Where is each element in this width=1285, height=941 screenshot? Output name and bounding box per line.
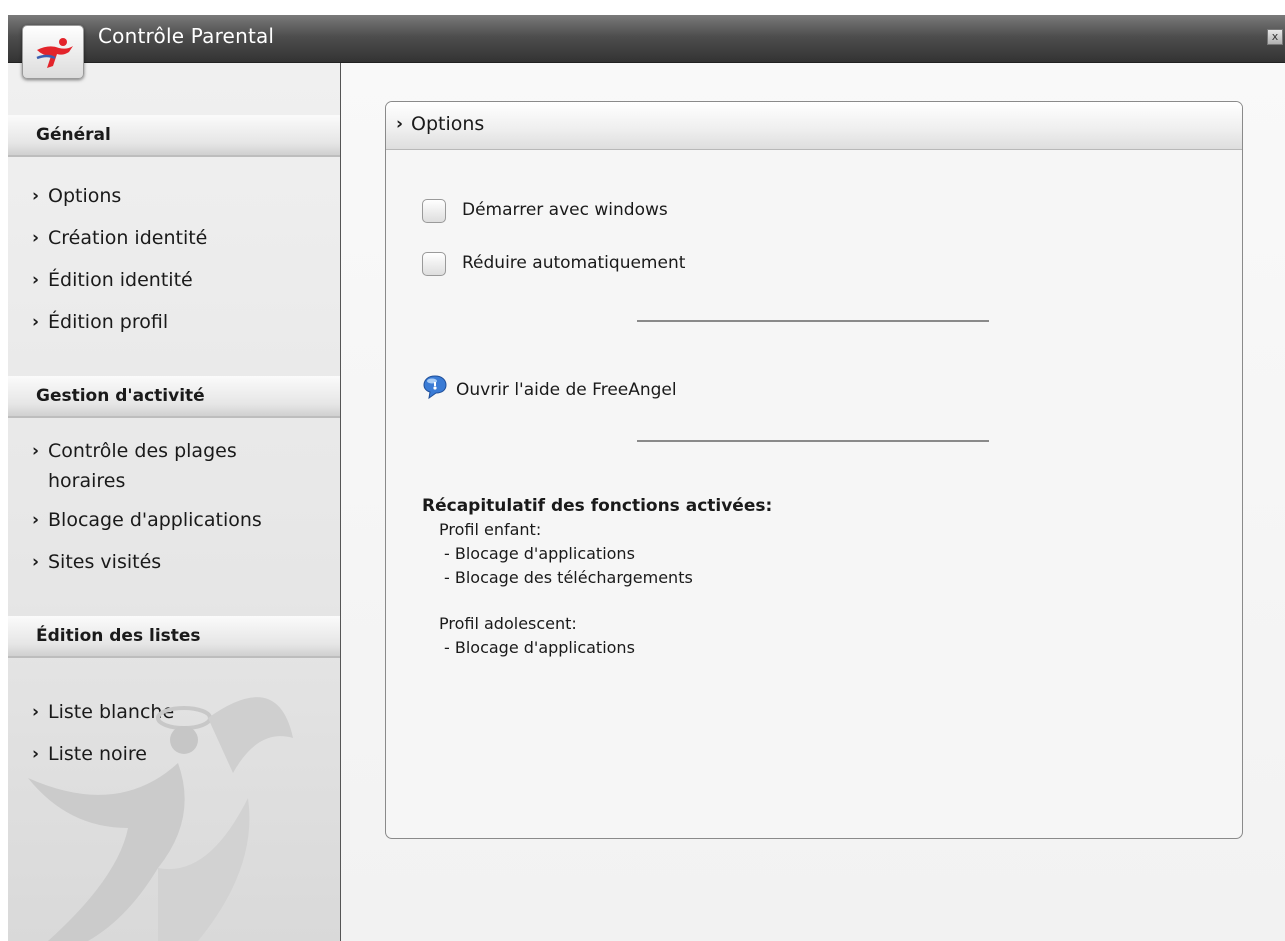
- close-button[interactable]: x: [1267, 29, 1283, 45]
- chevron-right-icon: ›: [396, 114, 404, 134]
- chevron-right-icon: ›: [32, 312, 40, 332]
- section-header-general: Général: [8, 115, 340, 157]
- section-header-edition-listes: Édition des listes: [8, 616, 340, 658]
- help-bubble-icon: [423, 375, 447, 400]
- chevron-right-icon: ›: [32, 552, 40, 572]
- sidebar-item-edition-profil[interactable]: › Édition profil: [32, 307, 332, 337]
- angel-watermark-icon: [28, 697, 293, 941]
- chevron-right-icon: ›: [32, 186, 40, 206]
- app-window: Contrôle Parental x Général › Options › Cr…: [8, 15, 1285, 941]
- panel-title: Options: [411, 113, 485, 135]
- sidebar: Général › Options › Création identité › Édi…: [8, 63, 341, 941]
- start-with-windows-checkbox[interactable]: [422, 199, 446, 223]
- main-content: › Options Démarrer avec windows Réduire …: [341, 63, 1285, 941]
- sidebar-item-sites-visites[interactable]: › Sites visités: [32, 547, 332, 577]
- sidebar-item-controle-plages[interactable]: › Contrôle des plages horaires: [32, 436, 332, 496]
- title-bar: Contrôle Parental x: [8, 15, 1285, 63]
- chevron-right-icon: ›: [32, 228, 40, 248]
- section-title: Édition des listes: [36, 626, 201, 646]
- sidebar-item-edition-identite[interactable]: › Édition identité: [32, 265, 332, 295]
- help-link-label: Ouvrir l'aide de FreeAngel: [456, 380, 677, 400]
- checkbox-label: Démarrer avec windows: [462, 200, 668, 220]
- summary-heading: Récapitulatif des fonctions activées:: [422, 496, 773, 516]
- divider: [637, 320, 989, 322]
- panel-header: › Options: [386, 102, 1242, 150]
- sidebar-item-blocage-applications[interactable]: › Blocage d'applications: [32, 505, 332, 535]
- profile-name: Profil adolescent:: [439, 614, 577, 633]
- app-title: Contrôle Parental: [98, 24, 275, 48]
- profile-item: - Blocage des téléchargements: [444, 568, 693, 587]
- divider: [637, 440, 989, 442]
- chevron-right-icon: ›: [32, 510, 40, 530]
- profile-name: Profil enfant:: [439, 520, 542, 539]
- profile-item: - Blocage d'applications: [444, 544, 635, 563]
- chevron-right-icon: ›: [32, 441, 40, 461]
- activated-functions-summary: Récapitulatif des fonctions activées: Pr…: [422, 494, 772, 660]
- section-header-gestion-activite: Gestion d'activité: [8, 376, 340, 418]
- section-title: Gestion d'activité: [36, 386, 205, 406]
- checkbox-label: Réduire automatiquement: [462, 253, 686, 273]
- chevron-right-icon: ›: [32, 270, 40, 290]
- sidebar-item-creation-identite[interactable]: › Création identité: [32, 223, 332, 253]
- auto-minimize-checkbox[interactable]: [422, 252, 446, 276]
- app-logo-icon: [22, 25, 84, 79]
- profile-item: - Blocage d'applications: [444, 638, 635, 657]
- sidebar-item-options[interactable]: › Options: [32, 181, 332, 211]
- section-title: Général: [36, 125, 111, 145]
- options-panel: › Options Démarrer avec windows Réduire …: [385, 101, 1243, 839]
